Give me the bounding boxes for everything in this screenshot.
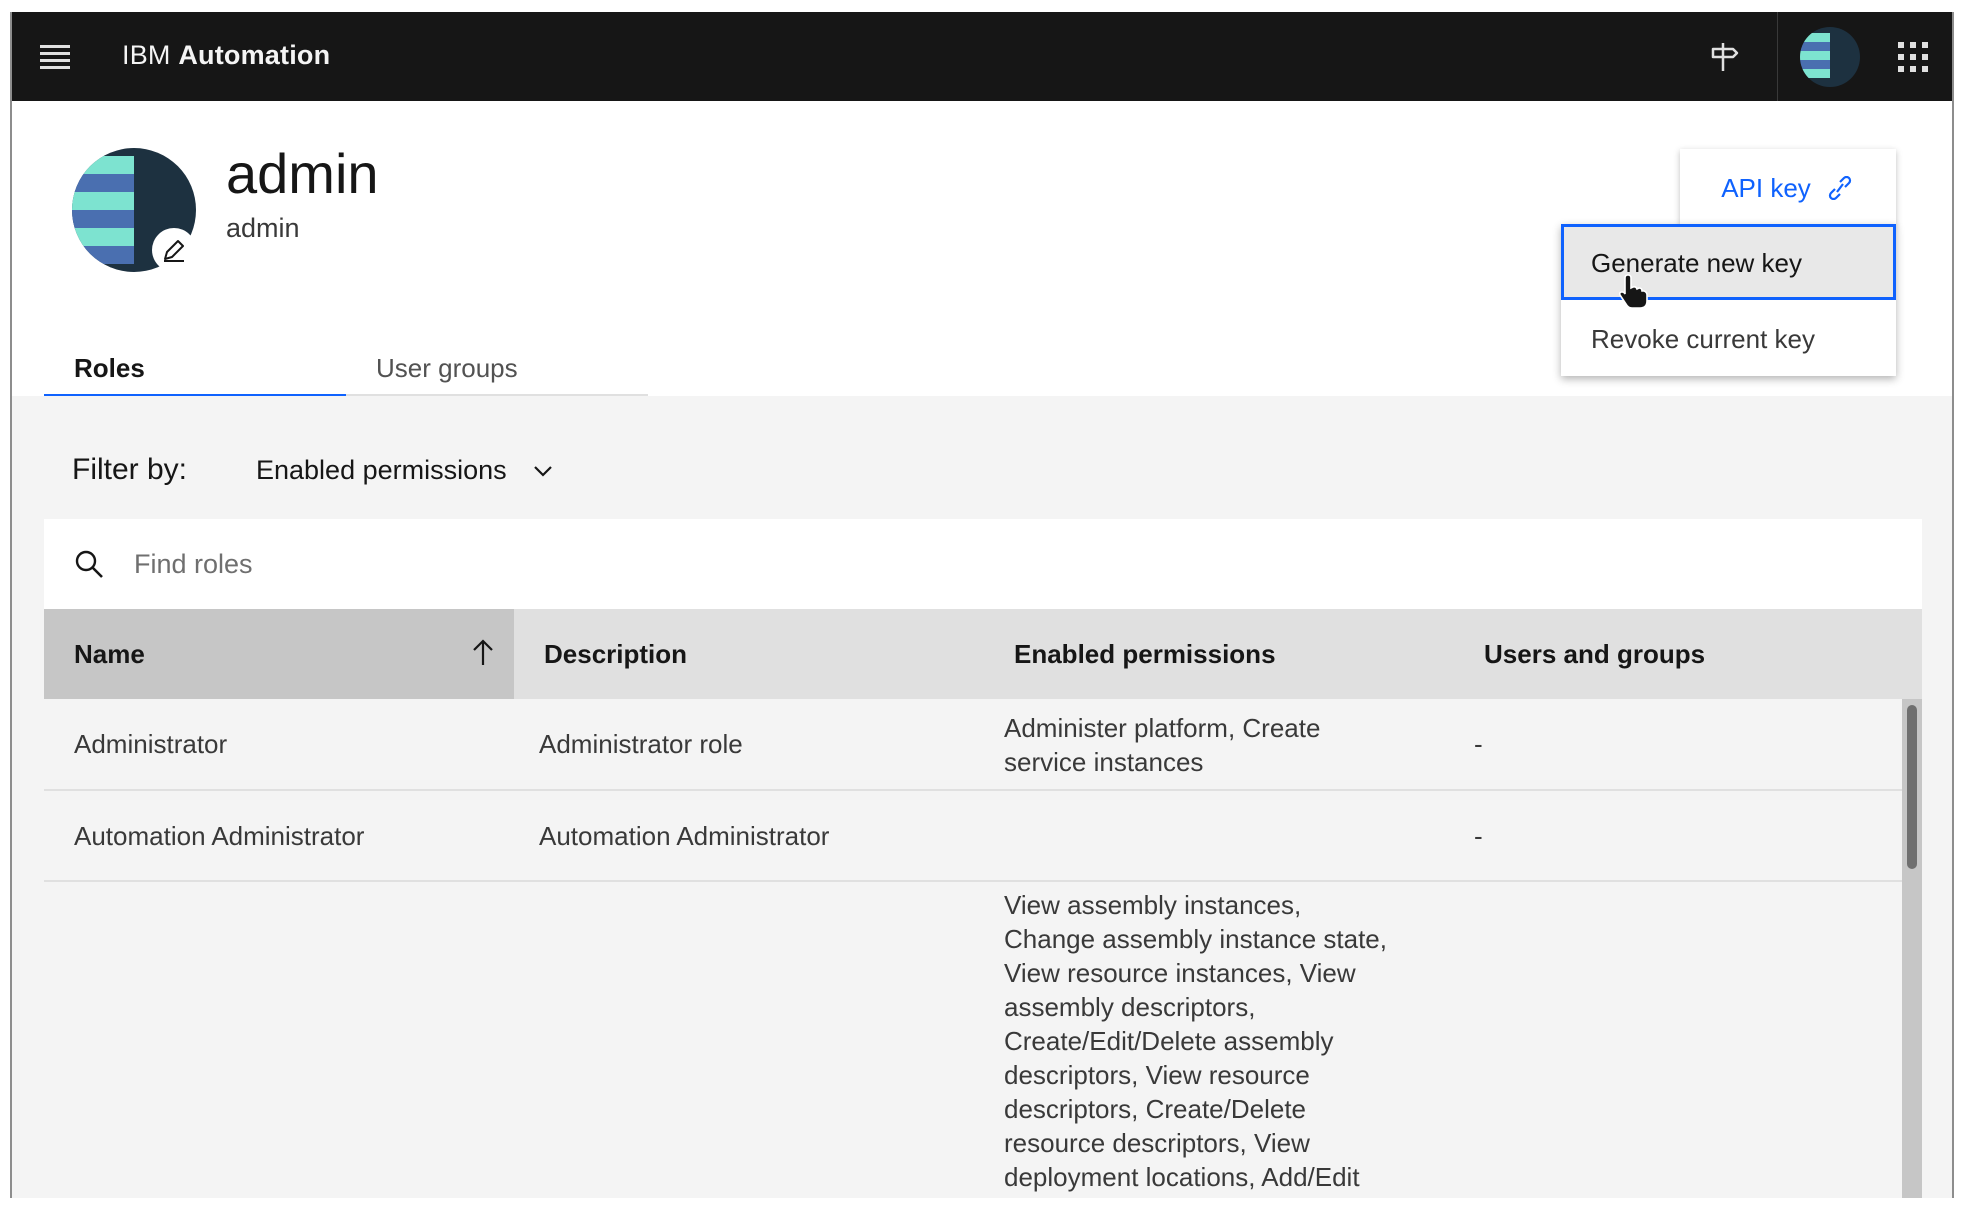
roles-table: Name Description Enabled permissions Use… (44, 609, 1922, 1198)
cell-name: Automation Administrator (74, 821, 365, 851)
profile-username: admin (226, 213, 300, 243)
tab-list: Roles User groups (44, 341, 648, 397)
cell-users: - (1474, 821, 1483, 851)
roles-panel: Filter by: Enabled permissions Name (12, 396, 1952, 1198)
pencil-icon (164, 240, 184, 262)
cell-description: Automation Administrator (539, 821, 830, 851)
link-icon (1828, 176, 1851, 200)
table-row[interactable]: View assembly instances, Change assembly… (44, 882, 1902, 1198)
revoke-current-key-menu-item[interactable]: Revoke current key (1561, 300, 1896, 376)
filter-label: Filter by: (72, 453, 188, 486)
brand-logo[interactable]: IBM Automation (122, 40, 330, 71)
signpost-icon[interactable] (1686, 12, 1762, 101)
search-icon (75, 550, 103, 578)
table-row[interactable]: Automation Administrator Automation Admi… (44, 791, 1902, 882)
scrollbar-thumb[interactable] (1907, 705, 1917, 869)
table-header: Name Description Enabled permissions Use… (44, 609, 1922, 699)
tab-roles[interactable]: Roles (44, 341, 346, 397)
filter-dropdown[interactable]: Enabled permissions (256, 455, 553, 486)
arrow-up-icon (473, 639, 493, 665)
search-bar (44, 519, 1922, 609)
generate-new-key-menu-item[interactable]: Generate new key (1561, 224, 1896, 300)
cell-users: - (1474, 729, 1483, 759)
cell-name: Administrator (74, 729, 228, 759)
chevron-down-icon (533, 465, 552, 477)
top-header: IBM Automation (12, 12, 1952, 101)
table-scrollbar[interactable] (1902, 699, 1922, 1198)
tab-user-groups[interactable]: User groups (346, 341, 648, 397)
column-header-users-and-groups[interactable]: Users and groups (1454, 609, 1922, 699)
api-key-label: API key (1721, 172, 1811, 203)
column-header-name[interactable]: Name (44, 609, 514, 699)
search-input[interactable] (134, 541, 1834, 587)
api-key-button[interactable]: API key (1680, 149, 1896, 227)
edit-avatar-button[interactable] (152, 228, 196, 272)
column-header-description[interactable]: Description (514, 609, 984, 699)
hamburger-menu-icon[interactable] (32, 34, 78, 80)
cell-description: Administrator role (539, 729, 743, 759)
brand-prefix: IBM (122, 40, 171, 70)
api-key-menu: Generate new key Revoke current key (1561, 224, 1896, 376)
cell-permissions: View assembly instances, Change assembly… (1004, 890, 1387, 1192)
column-header-enabled-permissions[interactable]: Enabled permissions (984, 609, 1454, 699)
table-row[interactable]: Administrator Administrator role Adminis… (44, 699, 1902, 791)
user-avatar-icon[interactable] (1792, 12, 1868, 101)
filter-selected-value: Enabled permissions (256, 455, 507, 485)
cell-permissions: Administer platform, Create service inst… (1004, 713, 1321, 777)
brand-name: Automation (178, 40, 331, 70)
app-window: IBM Automation admin admin Roles User gr… (10, 12, 1954, 1198)
app-switcher-icon[interactable] (1875, 12, 1951, 101)
hand-cursor-icon (1618, 274, 1648, 309)
profile-name: admin (226, 142, 379, 205)
header-divider (1777, 12, 1778, 101)
